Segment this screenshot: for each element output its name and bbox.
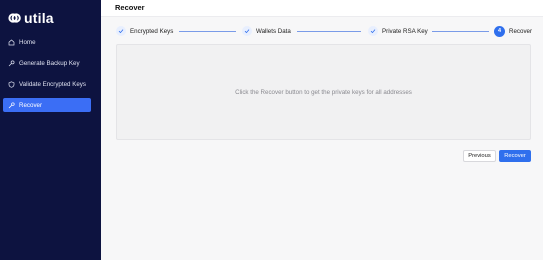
sidebar-item-label: Recover <box>19 101 43 109</box>
logo[interactable]: utila <box>8 10 54 26</box>
sidebar-item-label: Validate Encrypted Keys <box>19 80 86 88</box>
check-icon <box>368 26 378 36</box>
previous-button[interactable]: Previous <box>463 150 496 162</box>
shield-icon <box>8 80 15 88</box>
sidebar-item-recover[interactable]: Recover <box>3 98 91 112</box>
sidebar-item-validate-encrypted-keys[interactable]: Validate Encrypted Keys <box>3 77 91 91</box>
step-label: Recover <box>509 27 533 35</box>
step-label: Wallets Data <box>256 27 291 35</box>
home-icon <box>8 39 15 46</box>
step-private-rsa-key: Private RSA Key <box>368 26 428 36</box>
step-connector <box>432 31 489 32</box>
recover-button[interactable]: Recover <box>499 150 531 162</box>
step-connector <box>179 31 236 32</box>
page-title: Recover <box>115 3 145 12</box>
check-icon <box>116 26 126 36</box>
key-icon <box>8 60 15 67</box>
step-encrypted-keys: Encrypted Keys <box>116 26 173 36</box>
check-icon <box>242 26 252 36</box>
brand-name: utila <box>24 10 54 26</box>
sidebar-item-generate-backup-key[interactable]: Generate Backup Key <box>3 56 91 70</box>
step-label: Private RSA Key <box>382 27 428 35</box>
sidebar-item-label: Home <box>19 38 36 46</box>
step-connector <box>297 31 361 32</box>
step-label: Encrypted Keys <box>130 27 174 35</box>
sidebar: utila Home Generate Backup Key Validate … <box>0 0 101 260</box>
wrench-icon <box>8 101 15 109</box>
utila-logo-icon <box>8 13 21 23</box>
panel-message: Click the Recover button to get the priv… <box>235 88 412 96</box>
page-header: Recover <box>101 0 543 17</box>
step-wallets-data: Wallets Data <box>242 26 291 36</box>
step-recover: 4 Recover <box>494 25 533 37</box>
sidebar-item-label: Generate Backup Key <box>19 59 80 67</box>
recover-panel: Click the Recover button to get the priv… <box>116 44 531 140</box>
sidebar-item-home[interactable]: Home <box>3 35 91 49</box>
step-number-badge: 4 <box>494 25 505 37</box>
